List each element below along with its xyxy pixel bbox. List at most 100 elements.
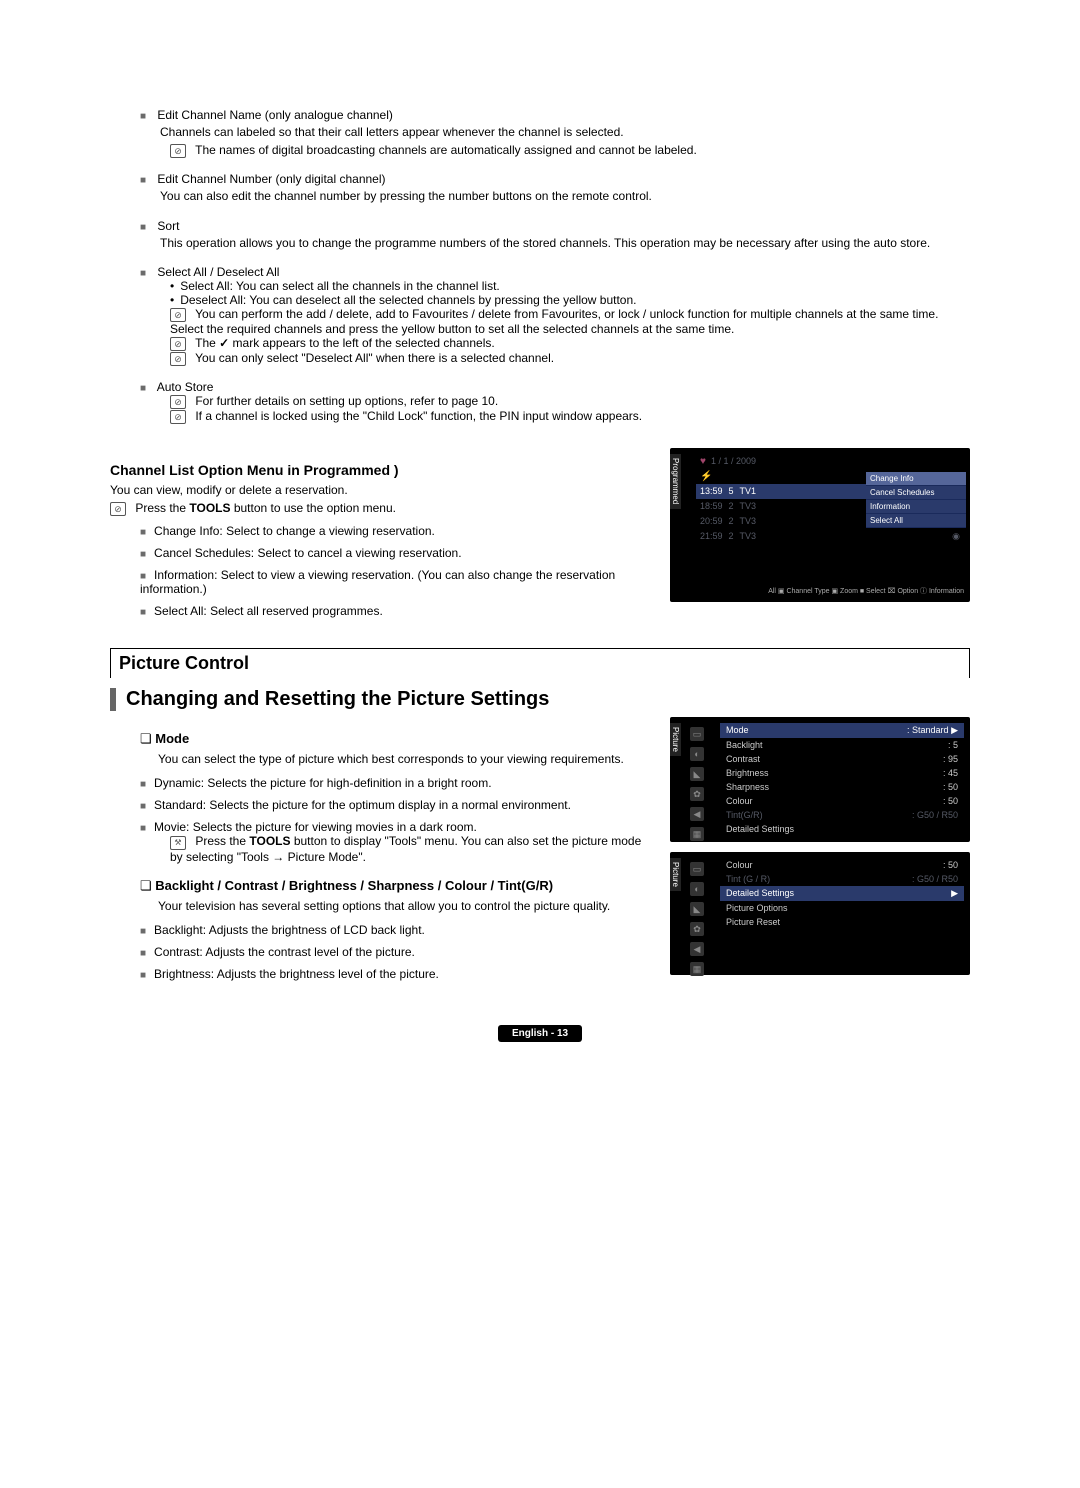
note-text: If a channel is locked using the "Child … (195, 409, 642, 423)
input-icon: ◀ (690, 807, 704, 821)
note-bold: TOOLS (189, 501, 230, 515)
note-text: For further details on setting up option… (195, 394, 498, 408)
tools-icon: ⚒ (170, 836, 186, 850)
bolt-icon: ⚡ (700, 471, 712, 482)
bullet: Information: Select to view a viewing re… (140, 568, 650, 596)
mode-desc: You can select the type of picture which… (158, 751, 650, 768)
tool-bold: TOOLS (249, 834, 290, 848)
bullet: Brightness: Adjusts the brightness level… (140, 967, 650, 981)
osd-row: Colour: 50 (720, 794, 964, 808)
antenna-icon: ◣ (690, 767, 704, 781)
monitor-icon: ▭ (690, 727, 704, 741)
heart-icon: ♥ (700, 456, 706, 467)
picture-osd-col: Picture ▭ ◐ ◣ ✿ ◀ ▦ Mode: Standard ▶ Bac… (670, 717, 970, 985)
note-text-pre: The (195, 336, 219, 350)
osd-menu-item: Information (866, 500, 966, 514)
note-row: ⊘ For further details on setting up opti… (170, 394, 970, 409)
bullet: Select All: You can select all the chann… (170, 279, 970, 293)
picture-text-col: Mode You can select the type of picture … (110, 717, 650, 985)
note-text: The names of digital broadcasting channe… (195, 143, 697, 157)
item-edit-channel-number: Edit Channel Number (only digital channe… (140, 172, 970, 186)
arrow-right-icon: ▶ (951, 888, 958, 899)
note-row: ⊘ You can only select "Deselect All" whe… (170, 351, 970, 366)
item-title: Edit Channel Name (only analogue channel… (157, 108, 392, 122)
item-select-all: Select All / Deselect All (140, 265, 970, 279)
osd-side-icons: ▭ ◐ ◣ ✿ ◀ ▦ (690, 727, 704, 841)
osd-row: Tint(G/R): G50 / R50 (720, 808, 964, 822)
note-post: button to use the option menu. (231, 501, 396, 515)
note-pre: Press the (135, 501, 189, 515)
tool-pre: Press the (195, 834, 249, 848)
bullet: Dynamic: Selects the picture for high-de… (140, 776, 650, 790)
osd-row: Mode: Standard ▶ (720, 723, 964, 738)
note-icon: ⊘ (170, 395, 186, 409)
picture-settings-title: Changing and Resetting the Picture Setti… (110, 688, 970, 711)
bullet: Backlight: Adjusts the brightness of LCD… (140, 923, 650, 937)
mode-heading: Mode (140, 731, 650, 747)
page-number: English - 13 (498, 1025, 582, 1042)
item-desc: This operation allows you to change the … (160, 235, 970, 252)
input-icon: ◀ (690, 942, 704, 956)
note-text: You can only select "Deselect All" when … (195, 351, 554, 365)
antenna-icon: ◣ (690, 902, 704, 916)
osd-row: Detailed Settings▶ (720, 886, 964, 901)
osd-side-icons: ▭ ◐ ◣ ✿ ◀ ▦ (690, 862, 704, 976)
bullet: Deselect All: You can deselect all the s… (170, 293, 970, 307)
note-icon: ⊘ (110, 502, 126, 516)
tool-row: ⚒ Press the TOOLS button to display "Too… (170, 834, 650, 864)
app-icon: ▦ (690, 827, 704, 841)
gear-icon: ✿ (690, 922, 704, 936)
osd-picture-2: Picture ▭ ◐ ◣ ✿ ◀ ▦ Colour: 50 Tint (G /… (670, 852, 970, 975)
bullet: Cancel Schedules: Select to cancel a vie… (140, 546, 650, 560)
osd-footer: All ▣ Channel Type ▣ Zoom ■ Select ⌧ Opt… (670, 584, 970, 596)
osd-row: Detailed Settings (720, 822, 964, 836)
speaker-icon: ◐ (690, 882, 704, 896)
note-row: ⊘ If a channel is locked using the "Chil… (170, 409, 970, 424)
item-auto-store: Auto Store (140, 380, 970, 394)
backlight-heading: Backlight / Contrast / Brightness / Shar… (140, 878, 650, 894)
note-row: ⊘ You can perform the add / delete, add … (170, 307, 970, 336)
item-title: Sort (157, 219, 179, 233)
note-icon: ⊘ (170, 308, 186, 322)
bullet: Change Info: Select to change a viewing … (140, 524, 650, 538)
note-row: ⊘ The names of digital broadcasting chan… (170, 143, 970, 158)
item-title: Auto Store (157, 380, 214, 394)
item-desc: Channels can labeled so that their call … (160, 124, 970, 141)
osd-tab: Programmed (670, 454, 681, 508)
osd-row: Sharpness: 50 (720, 780, 964, 794)
item-title: Select All / Deselect All (157, 265, 279, 279)
osd-row: Contrast: 95 (720, 752, 964, 766)
note-text: You can perform the add / delete, add to… (170, 307, 938, 336)
osd-menu-item: Change Info (866, 472, 966, 486)
note-icon: ⊘ (170, 144, 186, 158)
note-row: ⊘ The ✓ mark appears to the left of the … (170, 336, 970, 351)
osd-row: Picture Options (720, 901, 964, 915)
monitor-icon: ▭ (690, 862, 704, 876)
programmed-heading: Channel List Option Menu in Programmed ) (110, 462, 650, 478)
osd-row: Colour: 50 (720, 858, 964, 872)
note-icon: ⊘ (170, 337, 186, 351)
osd-row: Brightness: 45 (720, 766, 964, 780)
note-icon: ⊘ (170, 352, 186, 366)
osd-menu-item: Cancel Schedules (866, 486, 966, 500)
osd-menu-item: Select All (866, 514, 966, 528)
osd-context-menu: Change Info Cancel Schedules Information… (866, 472, 966, 528)
app-icon: ▦ (690, 962, 704, 976)
page-footer: English - 13 (110, 1025, 970, 1039)
osd-row: Backlight: 5 (720, 738, 964, 752)
programmed-desc: You can view, modify or delete a reserva… (110, 482, 650, 499)
bullet: Contrast: Adjusts the contrast level of … (140, 945, 650, 959)
check-icon: ✓ (219, 336, 229, 350)
item-title: Edit Channel Number (only digital channe… (157, 172, 385, 186)
osd-picture-1: Picture ▭ ◐ ◣ ✿ ◀ ▦ Mode: Standard ▶ Bac… (670, 717, 970, 842)
osd-tab: Picture (670, 858, 681, 891)
item-edit-channel-name: Edit Channel Name (only analogue channel… (140, 108, 970, 122)
osd-row: Picture Reset (720, 915, 964, 929)
note-row: ⊘ Press the TOOLS button to use the opti… (110, 501, 650, 516)
osd-programmed: Programmed ♥ 1 / 1 / 2009 ⚡ 13:59 5 TV1 … (670, 448, 970, 602)
bullet: Movie: Selects the picture for viewing m… (140, 820, 650, 834)
bullet: Select All: Select all reserved programm… (140, 604, 650, 618)
note-text-post: mark appears to the left of the selected… (233, 336, 495, 350)
note-icon: ⊘ (170, 410, 186, 424)
speaker-icon: ◐ (690, 747, 704, 761)
